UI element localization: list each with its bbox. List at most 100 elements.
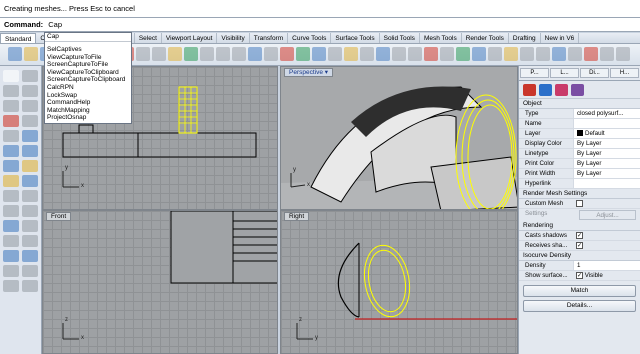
autocomplete-item[interactable]: ViewCaptureToClipboard (47, 69, 129, 77)
custom-mesh-checkbox[interactable] (576, 199, 583, 207)
toolbar-tool-icon[interactable] (568, 47, 582, 61)
viewport-perspective[interactable]: Perspective ▾ y x (280, 66, 518, 210)
autocomplete-item[interactable]: ViewCaptureToFile (47, 54, 129, 62)
chevron-down-icon[interactable]: ▾ (325, 69, 328, 76)
toolbar-tool-icon[interactable] (616, 47, 630, 61)
tab-viewport-layout[interactable]: Viewport Layout (162, 33, 218, 43)
autocomplete-input[interactable]: Cap (45, 33, 131, 42)
settings-button[interactable]: Settings (519, 209, 575, 221)
toolbar-tool-icon[interactable] (600, 47, 614, 61)
toolbar-tool-icon[interactable] (232, 47, 246, 61)
toolbar-tool-icon[interactable] (136, 47, 150, 61)
toolbar-tool-icon[interactable] (328, 47, 342, 61)
sidebar-tool-icon[interactable] (22, 100, 38, 112)
toolbar-tool-icon[interactable] (344, 47, 358, 61)
toolbar-tool-icon[interactable] (424, 47, 438, 61)
autocomplete-item[interactable]: MatchMapping (47, 107, 129, 115)
toolbar-tool-icon[interactable] (440, 47, 454, 61)
viewport-title-perspective[interactable]: Perspective ▾ (284, 68, 334, 77)
toolbar-tool-icon[interactable] (216, 47, 230, 61)
sidebar-tool-icon[interactable] (22, 145, 38, 157)
toolbar-tool-icon[interactable] (264, 47, 278, 61)
sidebar-tool-icon[interactable] (3, 220, 19, 232)
toolbar-tool-icon[interactable] (584, 47, 598, 61)
density-input[interactable]: 1 (573, 261, 640, 270)
sidebar-tool-icon[interactable] (3, 100, 19, 112)
toolbar-tool-icon[interactable] (184, 47, 198, 61)
sidebar-tool-icon[interactable] (3, 70, 19, 82)
sidebar-tool-icon[interactable] (3, 235, 19, 247)
sidebar-tool-icon[interactable] (22, 265, 38, 277)
tab-solid-tools[interactable]: Solid Tools (380, 33, 420, 43)
panel-tab[interactable]: L... (550, 68, 579, 78)
property-value[interactable]: Default (573, 129, 640, 138)
adjust-button[interactable]: Adjust... (579, 210, 636, 220)
visible-checkbox[interactable]: ✓ (576, 271, 583, 279)
property-value[interactable]: By Layer (573, 139, 640, 148)
material-icon[interactable] (539, 84, 552, 96)
autocomplete-item[interactable]: ScreenCaptureToClipboard (47, 76, 129, 84)
property-value[interactable]: By Layer (573, 149, 640, 158)
sidebar-tool-icon[interactable] (22, 250, 38, 262)
sidebar-tool-icon[interactable] (3, 115, 19, 127)
sidebar-tool-icon[interactable] (22, 235, 38, 247)
tab-surface-tools[interactable]: Surface Tools (331, 33, 380, 43)
sidebar-tool-icon[interactable] (22, 190, 38, 202)
command-line[interactable]: Command: Cap (0, 18, 640, 32)
toolbar-tool-icon[interactable] (552, 47, 566, 61)
tab-select[interactable]: Select (135, 33, 162, 43)
sidebar-tool-icon[interactable] (3, 160, 19, 172)
viewport-title-front[interactable]: Front (46, 212, 72, 221)
toolbar-tool-icon[interactable] (312, 47, 326, 61)
object-properties-icon[interactable] (523, 84, 536, 96)
property-value[interactable]: By Layer (573, 169, 640, 178)
tab-mesh-tools[interactable]: Mesh Tools (420, 33, 462, 43)
autocomplete-item[interactable]: ScreenCaptureToFile (47, 61, 129, 69)
tab-drafting[interactable]: Drafting (509, 33, 541, 43)
toolbar-tool-icon[interactable] (24, 47, 38, 61)
toolbar-tool-icon[interactable] (248, 47, 262, 61)
toolbar-tool-icon[interactable] (504, 47, 518, 61)
autocomplete-item[interactable]: CommandHelp (47, 99, 129, 107)
toolbar-tool-icon[interactable] (8, 47, 22, 61)
sidebar-tool-icon[interactable] (22, 160, 38, 172)
receives-shadows-checkbox[interactable]: ✓ (576, 241, 583, 249)
autocomplete-item[interactable]: SelCaptives (47, 46, 129, 54)
sidebar-tool-icon[interactable] (3, 175, 19, 187)
details-button[interactable]: Details... (523, 300, 636, 312)
texture-icon[interactable] (555, 84, 568, 96)
toolbar-tool-icon[interactable] (296, 47, 310, 61)
toolbar-tool-icon[interactable] (456, 47, 470, 61)
sidebar-tool-icon[interactable] (22, 175, 38, 187)
tab-transform[interactable]: Transform (250, 33, 289, 43)
command-input[interactable]: Cap (48, 20, 62, 29)
sidebar-tool-icon[interactable] (22, 85, 38, 97)
autocomplete-item[interactable]: CalcRPN (47, 84, 129, 92)
tab-curve-tools[interactable]: Curve Tools (288, 33, 332, 43)
toolbar-tool-icon[interactable] (408, 47, 422, 61)
toolbar-tool-icon[interactable] (488, 47, 502, 61)
panel-tab[interactable]: Di... (580, 68, 609, 78)
property-value[interactable]: By Layer (573, 159, 640, 168)
toolbar-tool-icon[interactable] (392, 47, 406, 61)
viewport-right[interactable]: Right z y (280, 210, 518, 354)
match-button[interactable]: Match (523, 285, 636, 297)
toolbar-tool-icon[interactable] (472, 47, 486, 61)
sidebar-tool-icon[interactable] (3, 85, 19, 97)
tab-new-in-v6[interactable]: New in V6 (541, 33, 580, 43)
property-value[interactable] (573, 179, 640, 188)
property-value[interactable] (573, 119, 640, 128)
tab-render-tools[interactable]: Render Tools (462, 33, 509, 43)
casts-shadows-checkbox[interactable]: ✓ (576, 231, 583, 239)
sidebar-tool-icon[interactable] (3, 145, 19, 157)
sidebar-tool-icon[interactable] (22, 115, 38, 127)
sidebar-tool-icon[interactable] (22, 280, 38, 292)
panel-tab[interactable]: H... (610, 68, 639, 78)
viewport-front[interactable]: Front z x (42, 210, 278, 354)
toolbar-tool-icon[interactable] (520, 47, 534, 61)
tab-standard[interactable]: Standard (0, 33, 37, 43)
toolbar-tool-icon[interactable] (376, 47, 390, 61)
autocomplete-item[interactable]: LockSwap (47, 92, 129, 100)
toolbar-tool-icon[interactable] (360, 47, 374, 61)
viewport-title-right[interactable]: Right (284, 212, 310, 221)
